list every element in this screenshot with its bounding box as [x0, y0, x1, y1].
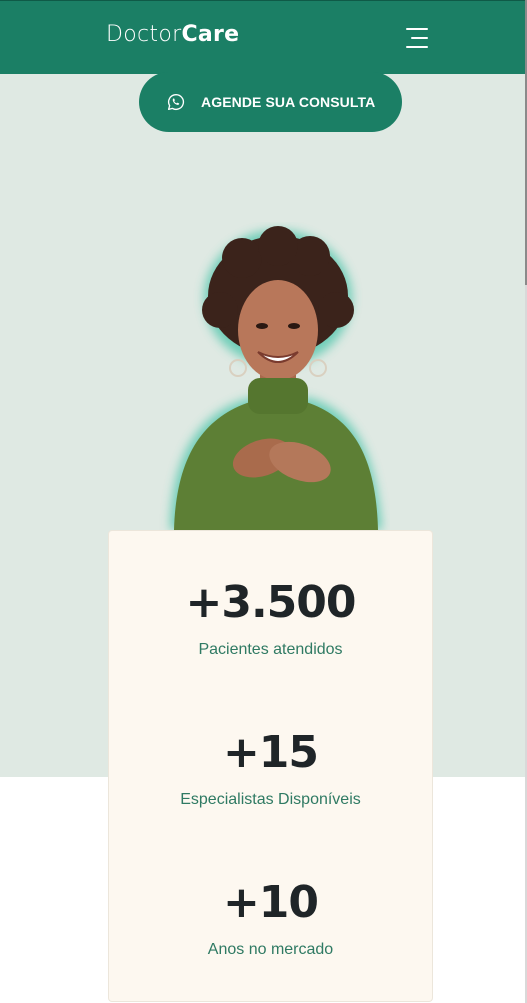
logo-care-text: Care: [181, 22, 240, 47]
hamburger-menu-icon-line-3: [406, 46, 428, 48]
hamburger-menu-icon-line-2: [411, 37, 428, 39]
doctor-portrait-image: [170, 226, 382, 530]
schedule-consultation-label: AGENDE SUA CONSULTA: [201, 94, 376, 110]
stat-patients: +3.500 Pacientes atendidos: [109, 581, 432, 659]
schedule-consultation-button[interactable]: AGENDE SUA CONSULTA: [139, 72, 402, 132]
hamburger-menu-icon: [406, 28, 428, 30]
stat-value: +10: [222, 877, 319, 928]
stat-label: Pacientes atendidos: [198, 641, 343, 658]
stat-specialists: +15 Especialistas Disponíveis: [109, 731, 432, 809]
stat-years: +10 Anos no mercado: [109, 881, 432, 959]
site-header: DoctorCare: [0, 0, 525, 74]
stat-value: +15: [222, 727, 319, 778]
stat-value: +3.500: [185, 577, 356, 628]
logo[interactable]: DoctorCare: [106, 22, 239, 47]
stat-label: Anos no mercado: [207, 941, 334, 958]
stats-card: +3.500 Pacientes atendidos +15 Especiali…: [108, 530, 433, 1002]
page: DoctorCare AGENDE SUA CONSULTA +3.500 Pa…: [0, 0, 525, 1003]
menu-button[interactable]: [401, 23, 433, 53]
logo-doctor-text: Doctor: [106, 22, 182, 47]
whatsapp-icon: [167, 93, 185, 111]
stat-label: Especialistas Disponíveis: [180, 791, 361, 808]
